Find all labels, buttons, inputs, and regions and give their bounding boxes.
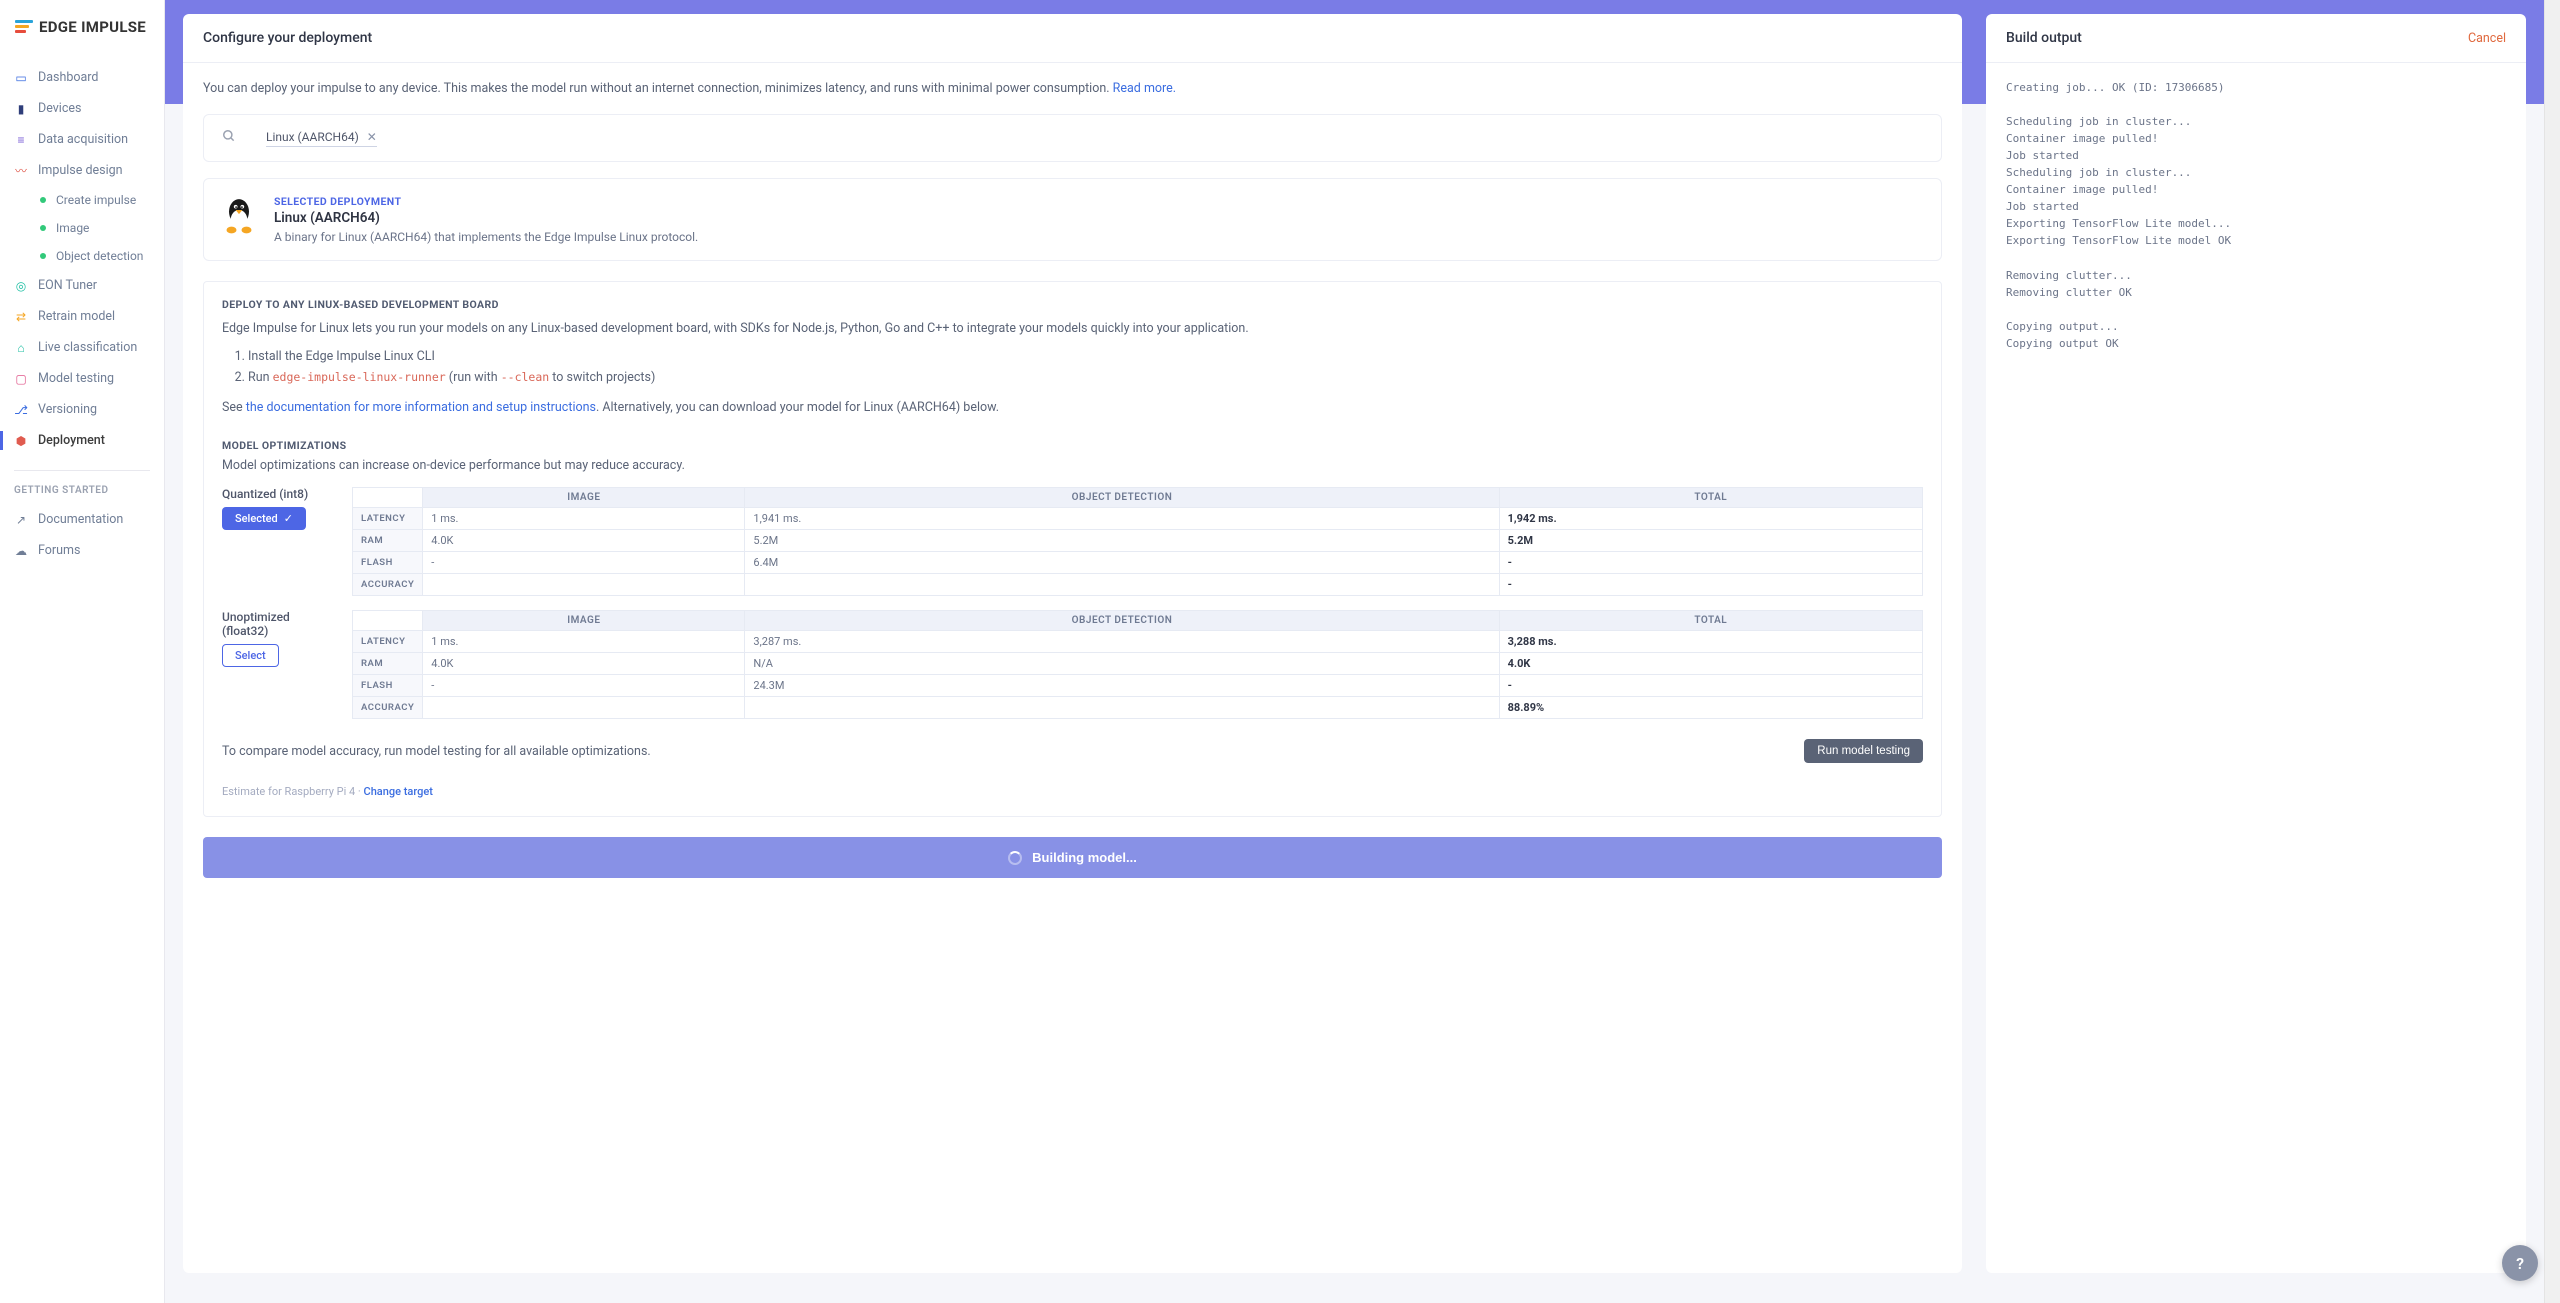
build-output-card: Build output Cancel Creating job... OK (… (1986, 14, 2526, 1273)
docs-reference: See the documentation for more informati… (222, 398, 1923, 417)
docs-link[interactable]: the documentation for more information a… (246, 400, 596, 415)
status-dot-icon (40, 197, 46, 203)
deployment-search[interactable]: Linux (AARCH64) ✕ (203, 114, 1942, 162)
deploy-instructions-section: DEPLOY TO ANY LINUX-BASED DEVELOPMENT BO… (203, 281, 1942, 817)
logo-mark-icon (15, 20, 33, 34)
device-icon: ▮ (14, 102, 28, 116)
install-steps: Install the Edge Impulse Linux CLI Run e… (248, 348, 1923, 388)
target-icon: ◎ (14, 279, 28, 293)
sidebar-item-data-acquisition[interactable]: ≡Data acquisition (0, 124, 164, 155)
compare-text: To compare model accuracy, run model tes… (222, 744, 651, 759)
build-model-button[interactable]: Building model... (203, 837, 1942, 878)
branch-icon: ⎇ (14, 403, 28, 417)
runner-command: edge-impulse-linux-runner (273, 370, 446, 384)
unoptimized-select-button[interactable]: Select (222, 644, 279, 667)
selected-deployment-box: SELECTED DEPLOYMENT Linux (AARCH64) A bi… (203, 178, 1942, 261)
brand-text: EDGE IMPULSE (39, 18, 146, 36)
clean-flag: --clean (501, 370, 549, 384)
sidebar-item-live-classification[interactable]: ⌂Live classification (0, 332, 164, 363)
unoptimized-title: Unoptimized (float32) (222, 610, 334, 638)
sidebar-item-versioning[interactable]: ⎇Versioning (0, 394, 164, 425)
headphones-icon: ⌂ (14, 341, 28, 355)
deploy-intro: You can deploy your impulse to any devic… (203, 81, 1942, 96)
cancel-build-link[interactable]: Cancel (2468, 31, 2506, 46)
help-fab-button[interactable]: ? (2502, 1245, 2538, 1281)
sidebar-item-impulse-design[interactable]: 〰Impulse design (0, 155, 164, 186)
impulse-subnav: Create impulse Image Object detection (0, 186, 164, 270)
build-output-title: Build output (2006, 30, 2082, 46)
database-icon: ≡ (14, 133, 28, 147)
sidebar-item-documentation[interactable]: ↗Documentation (0, 504, 164, 535)
package-icon: ⬢ (14, 434, 28, 448)
sidebar: EDGE IMPULSE ▭Dashboard ▮Devices ≡Data a… (0, 0, 165, 1303)
clipboard-icon: ▢ (14, 372, 28, 386)
sidebar-item-devices[interactable]: ▮Devices (0, 93, 164, 124)
sidebar-item-forums[interactable]: ☁Forums (0, 535, 164, 566)
pulse-icon: 〰 (14, 164, 28, 178)
sidebar-subitem-object-detection[interactable]: Object detection (26, 242, 164, 270)
model-opt-note: Model optimizations can increase on-devi… (222, 458, 1923, 473)
sidebar-subitem-image[interactable]: Image (26, 214, 164, 242)
status-dot-icon (40, 225, 46, 231)
main-content: Configure your deployment You can deploy… (165, 0, 2544, 1303)
nav-separator (14, 470, 150, 471)
sidebar-item-model-testing[interactable]: ▢Model testing (0, 363, 164, 394)
run-model-testing-button[interactable]: Run model testing (1804, 739, 1923, 763)
nav-section-getting-started: GETTING STARTED (0, 481, 164, 504)
sidebar-item-retrain-model[interactable]: ⇄Retrain model (0, 301, 164, 332)
sidebar-item-dashboard[interactable]: ▭Dashboard (0, 62, 164, 93)
unoptimized-table: IMAGEOBJECT DETECTIONTOTAL LATENCY1 ms.3… (352, 610, 1923, 719)
status-dot-icon (40, 253, 46, 259)
selected-label: SELECTED DEPLOYMENT (274, 195, 698, 208)
selected-description: A binary for Linux (AARCH64) that implem… (274, 230, 698, 244)
model-opt-header: MODEL OPTIMIZATIONS (222, 439, 1923, 452)
step-2: Run edge-impulse-linux-runner (run with … (248, 369, 1923, 388)
quantized-select-button[interactable]: Selected✓ (222, 507, 306, 530)
build-log: Creating job... OK (ID: 17306685) Schedu… (1986, 63, 2526, 368)
monitor-icon: ▭ (14, 71, 28, 85)
selected-title: Linux (AARCH64) (274, 210, 698, 226)
search-icon (222, 129, 236, 147)
estimate-note: Estimate for Raspberry Pi 4 · Change tar… (222, 785, 1923, 798)
quantized-row: Quantized (int8) Selected✓ IMAGEOBJECT D… (222, 487, 1923, 596)
step-1: Install the Edge Impulse Linux CLI (248, 348, 1923, 367)
change-target-link[interactable]: Change target (364, 785, 433, 798)
shuffle-icon: ⇄ (14, 310, 28, 324)
spinner-icon (1008, 851, 1022, 865)
deploy-title: Configure your deployment (183, 14, 1962, 63)
sidebar-item-deployment[interactable]: ⬢Deployment (0, 425, 164, 456)
primary-nav: ▭Dashboard ▮Devices ≡Data acquisition 〰I… (0, 58, 164, 570)
quantized-table: IMAGEOBJECT DETECTIONTOTAL LATENCY1 ms.1… (352, 487, 1923, 596)
brand-logo[interactable]: EDGE IMPULSE (0, 0, 164, 58)
quantized-title: Quantized (int8) (222, 487, 334, 501)
deploy-card: Configure your deployment You can deploy… (183, 14, 1962, 1273)
chip-remove-icon[interactable]: ✕ (367, 130, 377, 144)
model-optimizations-section: MODEL OPTIMIZATIONS Model optimizations … (222, 439, 1923, 798)
compare-row: To compare model accuracy, run model tes… (222, 739, 1923, 763)
external-link-icon: ↗ (14, 513, 28, 527)
sidebar-subitem-create-impulse[interactable]: Create impulse (26, 186, 164, 214)
search-chip: Linux (AARCH64) ✕ (266, 130, 377, 147)
scrollbar[interactable] (2544, 0, 2560, 1303)
sidebar-item-eon-tuner[interactable]: ◎EON Tuner (0, 270, 164, 301)
linux-section-text: Edge Impulse for Linux lets you run your… (222, 319, 1923, 338)
linux-section-header: DEPLOY TO ANY LINUX-BASED DEVELOPMENT BO… (222, 298, 1923, 311)
check-icon: ✓ (284, 512, 293, 525)
chat-icon: ☁ (14, 544, 28, 558)
read-more-link[interactable]: Read more. (1113, 81, 1176, 96)
linux-tux-icon (222, 195, 256, 235)
unoptimized-row: Unoptimized (float32) Select IMAGEOBJECT… (222, 610, 1923, 719)
question-icon: ? (2516, 1254, 2524, 1273)
